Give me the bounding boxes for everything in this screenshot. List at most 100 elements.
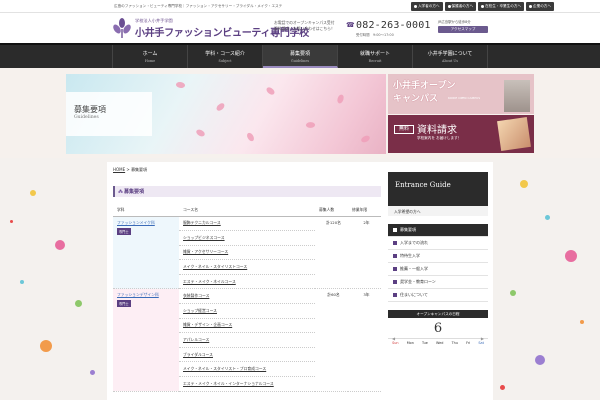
petal-decoration [265, 85, 276, 97]
course-link[interactable]: 雑貨・アクセサリーコース [183, 249, 228, 254]
course-cell: 服飾テクニカルコース [179, 216, 315, 232]
flower-logo-icon [113, 18, 131, 38]
dept-link-fashion-design[interactable]: ファッションデザイン科 [117, 292, 159, 297]
course-cell: アパレルコース [179, 332, 315, 348]
breadcrumb-current: 募集要項 [131, 167, 148, 172]
sidebar-item-scholarship-entry[interactable]: 特待生入学 [388, 250, 488, 263]
course-link[interactable]: メイク・ネイル・スタイリスト・プロ育成コース [183, 366, 266, 371]
years-cell: 3年 [348, 288, 381, 392]
nav-guidelines[interactable]: 募集要項 Guidelines [263, 45, 338, 68]
square-bullet-icon [393, 293, 397, 297]
person-icon [481, 5, 485, 8]
hero-title-en: Guidelines [74, 115, 99, 120]
course-link[interactable]: ショップビジネスコース [183, 235, 225, 240]
audience-link-parents[interactable]: 保護者の方へ [444, 2, 477, 11]
course-link[interactable]: アパレルコース [183, 337, 209, 342]
decor-dot [500, 385, 505, 390]
entrance-guide-header: Entrance Guide [388, 172, 488, 206]
audience-links: 入学者の方へ 保護者の方へ 在校生・卒業生の方へ 企業の方へ [410, 2, 554, 11]
petal-decoration [360, 134, 371, 144]
course-cell: エステ・メイク・ネイル・インターナショナルコース [179, 376, 315, 392]
capacity-cell: 計60名 [315, 288, 348, 392]
course-cell: エステ・メイク・ネイルコース [179, 274, 315, 290]
course-link[interactable]: ブライダルコース [183, 352, 213, 357]
hero-area: 募集要項 Guidelines 小井手オープン キャンパス KOIDE OPEN… [0, 68, 600, 158]
course-link[interactable]: エステ・メイク・ネイル・インターナショナルコース [183, 381, 274, 386]
access-map-button[interactable]: アクセスマップ [438, 26, 488, 33]
petal-decoration [175, 80, 186, 90]
audience-link-students[interactable]: 在校生・卒業生の方へ [478, 2, 525, 11]
breadcrumb-home[interactable]: HOME [113, 167, 125, 172]
decor-dot [75, 300, 82, 307]
brochure-request-banner[interactable]: 無料 資料請求 学校案内を お届けします！ [388, 115, 534, 153]
course-link[interactable]: メイク・ネイル・スタイリストコース [183, 264, 247, 269]
table-row: ファッションデザイン科 専門士 衣装製作コース 計60名 3年 [113, 288, 381, 392]
nav-recruit[interactable]: 就職サポート Recruit [338, 45, 413, 68]
course-link[interactable]: ショップ経営コース [183, 308, 217, 313]
col-header-years: 修業年限 [348, 204, 381, 217]
weekday-label: Fri [466, 341, 471, 345]
course-link[interactable]: 雑貨・デザイン・企画コース [183, 322, 232, 327]
table-row: ファッションメイク科 専門士 服飾テクニカルコース 計120名 2年 [113, 216, 381, 290]
top-strip: 広島のファッション・ビューティ専門学校｜ファッション・アクセサリー・ブライダル・… [0, 0, 600, 13]
course-link[interactable]: エステ・メイク・ネイルコース [183, 279, 236, 284]
audience-link-applicants[interactable]: 入学者の方へ [410, 2, 443, 11]
access-block: JR広島駅から徒歩8分 アクセスマップ [438, 19, 488, 33]
diploma-badge: 専門士 [117, 300, 131, 308]
course-link[interactable]: 衣装製作コース [183, 293, 209, 298]
phone-hours: 受付時間 9:00～17:00 [356, 33, 394, 37]
site-header: 学校法人小井手学園 小井手ファッションビューティ専門学校 お電話でのオープンキャ… [0, 13, 600, 43]
hero-title: 募集要項 [74, 105, 106, 114]
decor-dot [580, 320, 584, 324]
weekday-label: Wed [436, 341, 444, 345]
course-cell: 雑貨・アクセサリーコース [179, 245, 315, 261]
calendar-next-icon[interactable]: ▶ [481, 328, 484, 350]
brochure-image [497, 117, 531, 151]
decor-dot [510, 290, 516, 296]
sidebar-item-housing[interactable]: 住まいについて [388, 289, 488, 302]
site-tagline: 広島のファッション・ビューティ専門学校｜ファッション・アクセサリー・ブライダル・… [114, 4, 283, 8]
person-icon [413, 5, 417, 8]
petal-decoration [335, 93, 346, 105]
sidebar-item-guidelines[interactable]: 募集要項 [388, 224, 488, 237]
flower-icon [118, 189, 123, 193]
sidebar-item-admission-flow[interactable]: 入学までの流れ [388, 237, 488, 250]
dept-link-fashion-make[interactable]: ファッションメイク科 [117, 220, 155, 225]
calendar-prev-icon[interactable]: ◀ [392, 328, 395, 350]
square-bullet-icon [393, 267, 397, 271]
petal-decoration [305, 121, 316, 129]
contact-block: お電話でのオープンキャンパス受付 資料請求・お問い合わせはこちら！ ☎ 082-… [274, 20, 431, 37]
weekday-label: Tue [422, 341, 428, 345]
nav-about[interactable]: 小井手学園について About Us [413, 45, 488, 68]
course-table: 学科 コース名 募集人数 修業年限 ファッションメイク科 専門士 服飾テクニカル… [113, 204, 381, 392]
calendar-day: ◀ 6 ▶ [388, 318, 488, 341]
nav-subject[interactable]: 学科・コース紹介 Subject [188, 45, 263, 68]
course-link[interactable]: 服飾テクニカルコース [183, 220, 221, 225]
dept-cell: ファッションメイク科 専門士 [113, 216, 179, 290]
nav-home[interactable]: ホーム Home [112, 45, 188, 68]
col-header-dept: 学科 [113, 204, 179, 217]
square-bullet-icon [393, 254, 397, 258]
sidebar-item-loans[interactable]: 奨学金・教育ローン [388, 276, 488, 289]
person-icon [447, 5, 451, 8]
phone-number[interactable]: 082-263-0001 [356, 20, 431, 31]
audience-link-companies[interactable]: 企業の方へ [526, 2, 554, 11]
hero-title-box: 募集要項 Guidelines [66, 92, 152, 136]
open-campus-banner[interactable]: 小井手オープン キャンパス KOIDE OPEN CAMPUS [388, 74, 534, 114]
petal-decoration [246, 131, 255, 143]
entrance-guide-subtitle: 入学希望の方へ [388, 206, 488, 216]
building-icon [529, 5, 533, 8]
col-header-capacity: 募集人数 [315, 204, 348, 217]
hero-image: 募集要項 Guidelines [66, 74, 386, 154]
decor-dot [40, 340, 52, 352]
square-bullet-icon [393, 228, 397, 232]
breadcrumb: HOME > 募集要項 [113, 167, 148, 172]
petal-decoration [215, 102, 226, 112]
sidebar-item-recommendation[interactable]: 推薦・一般入学 [388, 263, 488, 276]
decor-dot [20, 280, 24, 284]
calendar-weekdays: Sun Mon Tue Wed Thu Fri Sat [388, 338, 488, 345]
decor-dot [30, 190, 36, 196]
capacity-cell: 計120名 [315, 216, 348, 290]
years-cell: 2年 [348, 216, 381, 290]
square-bullet-icon [393, 280, 397, 284]
